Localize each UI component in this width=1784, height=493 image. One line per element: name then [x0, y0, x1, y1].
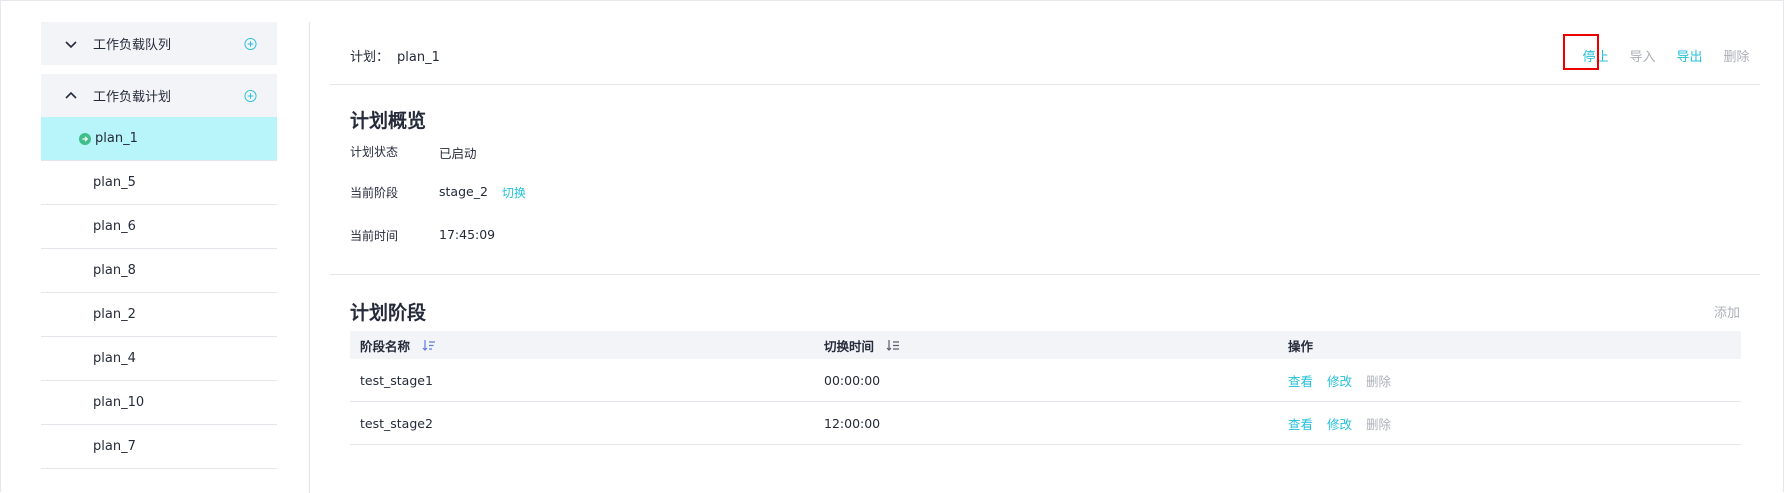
plus-circle-icon[interactable]: [244, 37, 257, 50]
sidebar-item-plan-10[interactable]: plan_10: [41, 381, 277, 425]
column-label: 操作: [1288, 338, 1314, 354]
stage-name-cell: test_stage1: [360, 372, 433, 388]
stop-highlight-box: [1563, 34, 1599, 70]
sort-icon[interactable]: [422, 339, 436, 351]
status-label: 计划状态: [350, 145, 399, 159]
status-row: 计划状态 已启动: [350, 143, 477, 162]
column-label: 阶段名称: [360, 338, 411, 354]
table-row: test_stage1 00:00:00 查看 修改 删除: [350, 359, 1741, 402]
switch-time-cell: 12:00:00: [824, 415, 881, 431]
plan-label: 计划：: [350, 50, 390, 65]
stage-name-cell: test_stage2: [360, 415, 433, 431]
delete-row-button[interactable]: 删除: [1366, 414, 1391, 433]
sidebar-item-label: plan_5: [93, 175, 136, 190]
delete-button[interactable]: 删除: [1713, 46, 1760, 65]
status-value: 已启动: [439, 146, 477, 161]
import-button[interactable]: 导入: [1619, 46, 1666, 65]
chevron-down-icon[interactable]: [63, 36, 79, 52]
edit-button[interactable]: 修改: [1327, 414, 1352, 433]
sidebar-item-label: plan_8: [93, 263, 136, 278]
sidebar-item-label: plan_1: [95, 131, 138, 146]
column-stage-name[interactable]: 阶段名称: [350, 336, 814, 355]
divider: [330, 84, 1760, 85]
sidebar-item-plan-6[interactable]: plan_6: [41, 205, 277, 249]
switch-stage-link[interactable]: 切换: [502, 184, 526, 201]
sidebar-item-label: plan_7: [93, 439, 136, 454]
stage-value: stage_2: [439, 184, 488, 199]
main-panel: 计划： plan_1 停止 导入 导出 删除 计划概览 计划状态 已启动 当前阶段…: [330, 0, 1760, 493]
stages-table: 阶段名称 切换时间 操作 test_stage1 00:00:00 查看 修改 …: [350, 331, 1741, 445]
sidebar-item-plan-4[interactable]: plan_4: [41, 337, 277, 381]
plus-circle-icon[interactable]: [244, 89, 257, 102]
view-button[interactable]: 查看: [1288, 371, 1313, 390]
plan-name: plan_1: [397, 50, 440, 65]
sidebar-item-label: plan_6: [93, 219, 136, 234]
group-label: 工作负载计划: [93, 90, 172, 105]
export-button[interactable]: 导出: [1666, 46, 1713, 65]
delete-row-button[interactable]: 删除: [1366, 371, 1391, 390]
group-workload-plan[interactable]: 工作负载计划: [41, 74, 277, 117]
operations-cell: 查看 修改 删除: [1278, 371, 1741, 390]
sidebar-item-label: plan_4: [93, 351, 136, 366]
sidebar: 工作负载队列 工作负载计划 plan_1 plan_5 plan_6 plan_…: [41, 22, 277, 469]
sidebar-item-plan-5[interactable]: plan_5: [41, 161, 277, 205]
plan-actions: 停止 导入 导出 删除: [1572, 46, 1760, 65]
table-header: 阶段名称 切换时间 操作: [350, 331, 1741, 359]
sidebar-item-plan-8[interactable]: plan_8: [41, 249, 277, 293]
edit-button[interactable]: 修改: [1327, 371, 1352, 390]
running-arrow-icon: [79, 132, 91, 145]
sidebar-item-plan-1[interactable]: plan_1: [41, 117, 277, 161]
time-value: 17:45:09: [439, 227, 496, 242]
panel-divider: [309, 22, 310, 493]
sidebar-item-plan-2[interactable]: plan_2: [41, 293, 277, 337]
switch-time-cell: 00:00:00: [824, 372, 881, 388]
column-switch-time[interactable]: 切换时间: [814, 336, 1278, 355]
column-operations: 操作: [1278, 336, 1741, 355]
sort-icon[interactable]: [886, 339, 900, 351]
sidebar-item-label: plan_2: [93, 307, 136, 322]
sidebar-item-label: plan_10: [93, 395, 145, 410]
plan-header: 计划： plan_1: [350, 46, 440, 65]
group-workload-queue[interactable]: 工作负载队列: [41, 22, 277, 65]
stage-row: 当前阶段 stage_2 切换: [350, 184, 526, 201]
stage-label: 当前阶段: [350, 186, 399, 200]
time-row: 当前时间 17:45:09: [350, 227, 495, 244]
chevron-up-icon[interactable]: [63, 88, 79, 104]
column-label: 切换时间: [824, 338, 875, 354]
view-button[interactable]: 查看: [1288, 414, 1313, 433]
group-label: 工作负载队列: [93, 38, 172, 53]
divider: [330, 274, 1760, 275]
stages-title: 计划阶段: [350, 302, 427, 324]
operations-cell: 查看 修改 删除: [1278, 414, 1741, 433]
add-stage-button[interactable]: 添加: [1714, 302, 1740, 321]
table-row: test_stage2 12:00:00 查看 修改 删除: [350, 402, 1741, 445]
time-label: 当前时间: [350, 229, 399, 243]
overview-title: 计划概览: [350, 110, 427, 132]
sidebar-item-plan-7[interactable]: plan_7: [41, 425, 277, 469]
